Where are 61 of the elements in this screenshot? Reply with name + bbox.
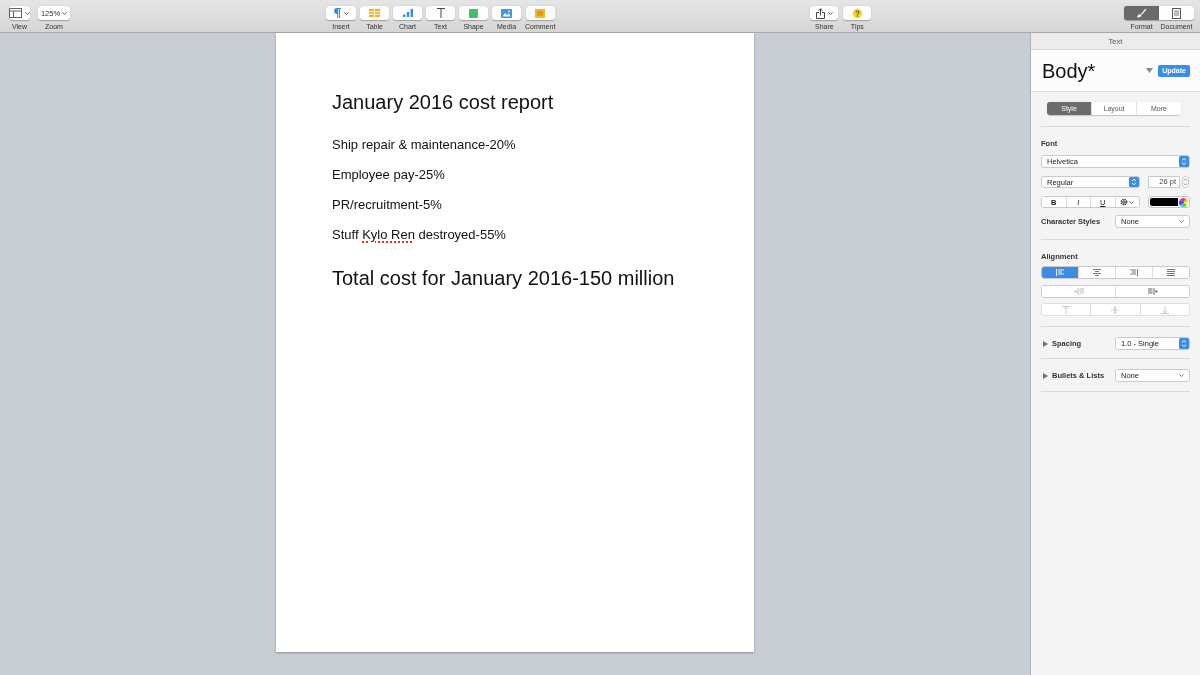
align-right-icon [1130, 269, 1138, 276]
stepper-icon [1179, 338, 1189, 349]
color-swatch-icon [1150, 198, 1178, 206]
document-line: Ship repair & maintenance-20% [332, 137, 516, 153]
chevron-down-icon [827, 11, 833, 15]
align-bottom-icon [1160, 305, 1169, 314]
align-left-icon [1056, 269, 1064, 276]
picture-icon [501, 8, 512, 18]
align-justify-button[interactable] [1152, 267, 1189, 278]
indent-button[interactable] [1115, 286, 1189, 297]
gear-icon [1120, 198, 1129, 206]
document-line: Stuff Kylo Ren destroyed-55% [332, 227, 506, 243]
stepper-icon [1179, 156, 1189, 167]
text-color-well[interactable] [1148, 196, 1190, 208]
square-icon [469, 8, 478, 18]
insert-button[interactable] [326, 6, 356, 20]
disclosure-triangle-icon[interactable] [1043, 372, 1048, 379]
stepper-icon [1129, 177, 1139, 187]
disclosure-triangle-icon[interactable] [1043, 340, 1048, 347]
chart-button[interactable] [393, 6, 422, 20]
share-icon [815, 7, 825, 19]
shape-button[interactable] [459, 6, 488, 20]
table-button[interactable] [360, 6, 389, 20]
chevron-down-icon [1179, 374, 1184, 377]
chevron-down-icon [343, 11, 349, 15]
document-button[interactable] [1159, 6, 1194, 20]
note-icon [535, 8, 546, 18]
document-heading: January 2016 cost report [332, 90, 554, 114]
paintbrush-icon [1136, 8, 1147, 18]
view-button[interactable] [9, 6, 30, 20]
paragraph-style-name[interactable]: Body* [1042, 58, 1096, 83]
document-line: Employee pay-25% [332, 167, 445, 183]
media-button[interactable] [492, 6, 521, 20]
align-middle-icon [1111, 305, 1120, 314]
chevron-down-icon [1179, 220, 1184, 223]
chevron-down-icon [62, 11, 68, 15]
sidebar-layout-icon [9, 8, 22, 18]
help-icon [852, 8, 862, 18]
stepper-icon[interactable] [1182, 176, 1189, 188]
dropdown-triangle-icon[interactable] [1146, 68, 1154, 73]
align-center-icon [1093, 269, 1101, 276]
outdent-icon [1073, 288, 1084, 295]
align-left-button[interactable] [1042, 267, 1078, 278]
text-icon [436, 8, 445, 18]
format-button[interactable] [1124, 6, 1159, 20]
chevron-down-icon [25, 11, 30, 15]
chevron-down-icon [1129, 200, 1135, 204]
align-top-icon [1062, 305, 1071, 314]
document-heading: Total cost for January 2016-150 million [332, 266, 675, 290]
align-justify-icon [1167, 269, 1175, 276]
indent-icon [1147, 288, 1158, 295]
paragraph-icon [333, 8, 341, 18]
comment-button[interactable] [525, 6, 555, 20]
bar-chart-icon [402, 9, 413, 17]
gear-button[interactable] [1114, 197, 1139, 207]
share-button[interactable] [810, 6, 839, 20]
document-line: PR/recruitment-5% [332, 197, 442, 213]
document-icon [1172, 7, 1181, 19]
color-wheel-icon[interactable] [1179, 197, 1188, 207]
table-icon [369, 9, 380, 17]
text-button[interactable] [426, 6, 455, 20]
